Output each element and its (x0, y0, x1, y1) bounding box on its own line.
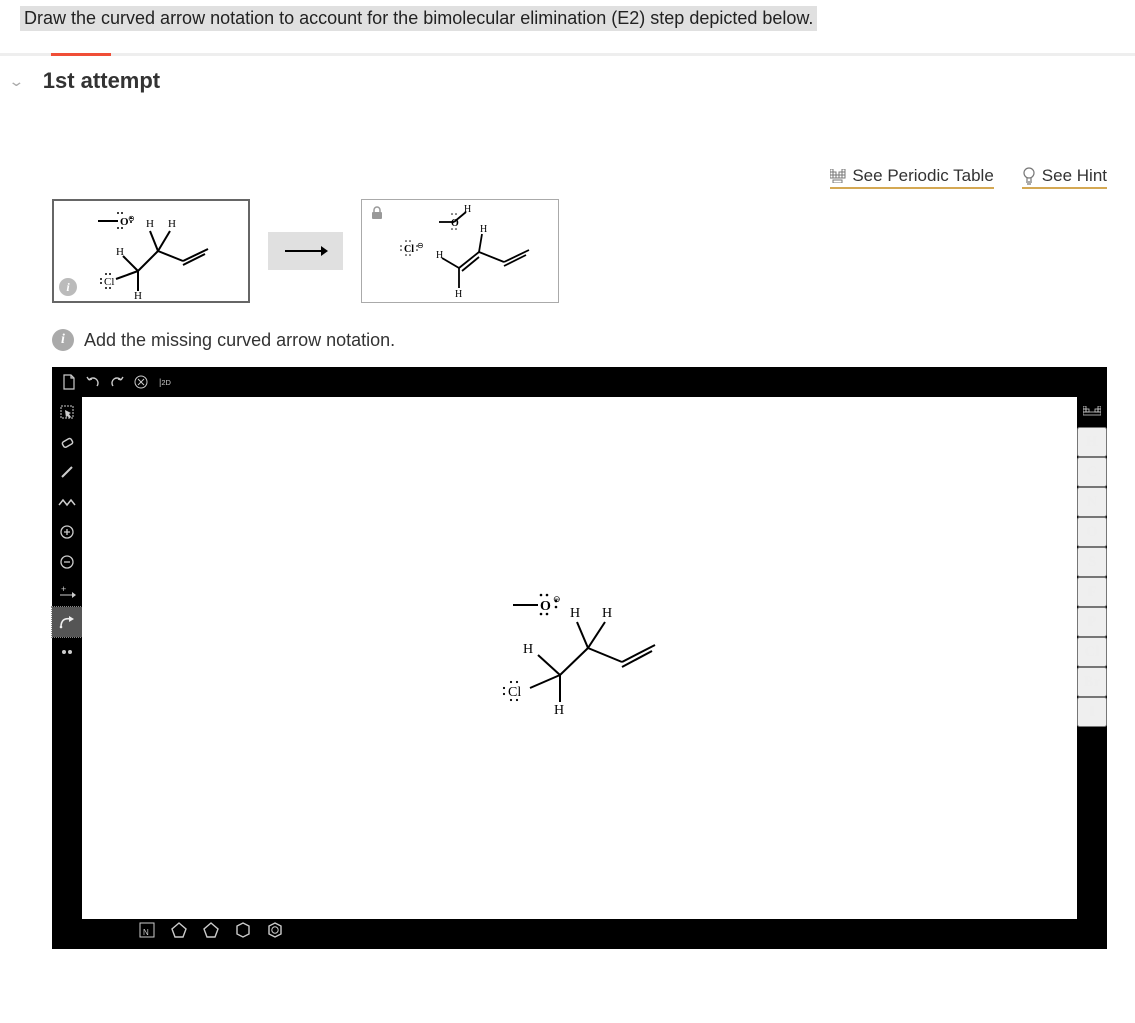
drawing-canvas[interactable]: O ⊖ H H H Cl H (82, 397, 1077, 919)
element-toolbar: H C N O S F P Cl Br I (1077, 397, 1107, 727)
svg-text:+: + (61, 585, 66, 594)
see-periodic-table-link[interactable]: See Periodic Table (830, 166, 993, 189)
periodic-mini-icon[interactable] (1077, 397, 1107, 427)
svg-text:H: H (602, 606, 612, 621)
svg-text:H: H (464, 204, 471, 215)
new-doc-icon[interactable] (60, 373, 78, 391)
erase-tool[interactable] (52, 427, 82, 457)
molecule-editor: |2D + O ⊖ (52, 367, 1107, 949)
curved-arrow-tool[interactable] (52, 607, 82, 637)
charge-plus-tool[interactable] (52, 517, 82, 547)
product-molecule: O H H H H Cl⊖ (384, 200, 544, 300)
element-O[interactable]: O (1077, 517, 1107, 547)
reaction-arrow (268, 232, 343, 270)
svg-text:H: H (455, 289, 462, 300)
svg-text:H: H (480, 224, 487, 235)
see-hint-link[interactable]: See Hint (1022, 166, 1107, 189)
cyclopentane-tool[interactable] (196, 915, 226, 945)
element-Br[interactable]: Br (1077, 667, 1107, 697)
arrow-icon (283, 243, 328, 259)
svg-text:Cl: Cl (508, 685, 521, 700)
cyclohexane-tool[interactable] (228, 915, 258, 945)
svg-text:H: H (570, 606, 580, 621)
svg-text:H: H (168, 218, 176, 230)
svg-text:O: O (540, 599, 551, 614)
element-N[interactable]: N (1077, 487, 1107, 517)
lone-pair-tool[interactable] (52, 637, 82, 667)
chain-tool[interactable] (52, 487, 82, 517)
view-2d-icon[interactable]: |2D (156, 373, 174, 391)
charge-minus-tool[interactable] (52, 547, 82, 577)
periodic-table-icon (830, 169, 846, 183)
svg-text:N: N (143, 928, 149, 937)
left-toolbar: + (52, 397, 82, 667)
element-F[interactable]: F (1077, 577, 1107, 607)
select-tool[interactable] (52, 397, 82, 427)
top-toolbar: |2D (52, 367, 1107, 397)
svg-text:O: O (451, 218, 459, 229)
progress-divider (0, 53, 1135, 56)
clear-icon[interactable] (132, 373, 150, 391)
cyclopentadiene-tool[interactable] (164, 915, 194, 945)
increment-tool[interactable]: + (52, 577, 82, 607)
element-I[interactable]: I (1077, 697, 1107, 727)
element-P[interactable]: P (1077, 607, 1107, 637)
reaction-scheme: O⊖ HH H Cl H i (0, 199, 1135, 313)
lightbulb-icon (1022, 167, 1036, 185)
hint-label: See Hint (1042, 166, 1107, 186)
bond-tool[interactable] (52, 457, 82, 487)
info-icon[interactable]: i (59, 278, 77, 296)
svg-text:H: H (554, 703, 564, 718)
chevron-down-icon[interactable]: ⌄ (8, 72, 25, 90)
element-H[interactable]: H (1077, 427, 1107, 457)
periodic-table-label: See Periodic Table (852, 166, 993, 186)
svg-text:⊖: ⊖ (417, 241, 424, 250)
undo-icon[interactable] (84, 373, 102, 391)
svg-text:H: H (436, 250, 443, 261)
redo-icon[interactable] (108, 373, 126, 391)
element-Cl[interactable]: Cl (1077, 637, 1107, 667)
svg-text:Cl: Cl (404, 244, 414, 255)
svg-text:Cl: Cl (104, 276, 114, 288)
info-icon: i (52, 329, 74, 351)
svg-text:⊖: ⊖ (553, 594, 561, 604)
svg-text:H: H (116, 246, 124, 258)
reactant-panel[interactable]: O⊖ HH H Cl H i (52, 199, 250, 303)
canvas-molecule[interactable]: O ⊖ H H H Cl H (480, 580, 680, 730)
product-panel[interactable]: O H H H H Cl⊖ (361, 199, 559, 303)
instruction-text: Add the missing curved arrow notation. (84, 330, 395, 351)
bottom-toolbar: N (82, 911, 340, 949)
benzene-tool[interactable] (260, 915, 290, 945)
svg-text:H: H (523, 642, 533, 657)
element-S[interactable]: S (1077, 547, 1107, 577)
attempt-title: 1st attempt (43, 68, 160, 94)
reactant-molecule: O⊖ HH H Cl H (68, 201, 238, 301)
lock-icon (371, 206, 383, 223)
svg-text:H: H (146, 218, 154, 230)
ring-select-tool[interactable]: N (132, 915, 162, 945)
element-C[interactable]: C (1077, 457, 1107, 487)
svg-text:H: H (134, 290, 142, 301)
question-text: Draw the curved arrow notation to accoun… (20, 6, 817, 31)
